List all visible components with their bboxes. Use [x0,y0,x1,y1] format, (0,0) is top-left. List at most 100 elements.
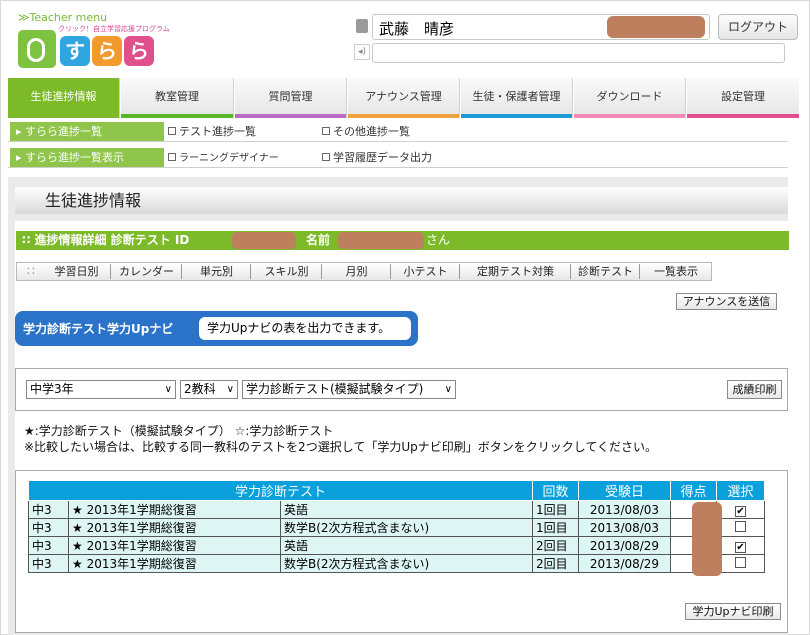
upnavi-banner-title: 学力診断テスト学力Upナビ [23,322,174,336]
page-title: 生徒進捗情報 [15,187,788,214]
cell-grade: 中3 [28,554,69,573]
subjects-select[interactable]: 2教科 ∨ [180,380,238,399]
cell-grade: 中3 [28,536,69,555]
nav-announcements[interactable]: アナウンス管理 [348,78,460,118]
logo-char-3: ら [124,36,154,66]
col-count: 回数 [532,480,579,501]
chevron-down-icon: ∨ [226,384,234,395]
link-icon [322,153,330,161]
cell-test: ★ 2013年1学期総復習 [68,536,281,555]
tab-quiz[interactable]: 小テスト [392,264,460,279]
cell-count: 1回目 [532,500,579,519]
logo-subtitle: クリック！自立学習応援プログラム [58,25,170,33]
cell-count: 1回目 [532,518,579,537]
san-suffix: さん [426,233,451,247]
grid-icon: ∷ [22,233,35,247]
link-icon [322,127,330,135]
redacted-user-info [607,16,705,38]
cell-subject: 英語 [280,500,533,519]
table-row: 中3 ★ 2013年1学期総復習 数学B(2次方程式含まない) 1回目 2013… [28,518,765,537]
legend-note: ★:学力診断テスト（模擬試験タイプ） ☆:学力診断テスト [24,424,334,438]
redacted-id [232,232,296,249]
tab-calendar[interactable]: カレンダー [112,264,182,279]
table-row: 中3 ★ 2013年1学期総復習 数学B(2次方程式含まない) 2回目 2013… [28,554,765,573]
subnav-row-2: ▸ すらら進捗一覧表示 ラーニングデザイナー 学習履歴データ出力 [8,147,788,168]
cell-select [716,518,765,537]
nav-download[interactable]: ダウンロード [574,78,686,118]
cell-date: 2013/08/03 [578,500,671,519]
subnav-row-1: ▸ すらら進捗一覧 テスト進捗一覧 その他進捗一覧 [8,121,788,142]
results-table: 学力診断テスト 回数 受験日 得点 選択 中3 ★ 2013年1学期総復習 英語… [28,480,765,573]
tab-handle-icon: ∷ [27,264,35,278]
cell-subject: 英語 [280,536,533,555]
teacher-menu-label: ≫Teacher menu [18,11,108,24]
select-checkbox[interactable]: ✔ [735,541,746,553]
test-type-select[interactable]: 学力診断テスト(模擬試験タイプ) ∨ [242,380,456,399]
surara-logo[interactable]: クリック！自立学習応援プログラム す ら ら [18,24,170,70]
send-announcement-button[interactable]: アナウンスを送信 [676,293,777,310]
table-row: 中3 ★ 2013年1学期総復習 英語 1回目 2013/08/03 ✔ [28,500,765,519]
cell-date: 2013/08/03 [578,518,671,537]
link-icon [168,153,176,161]
select-checkbox[interactable] [735,556,746,568]
nav-questions[interactable]: 質問管理 [235,78,347,118]
upnavi-print-button[interactable]: 学力Upナビ印刷 [685,603,781,620]
cell-select: ✔ [716,536,765,555]
tab-regular-test[interactable]: 定期テスト対策 [461,264,571,279]
cell-date: 2013/08/29 [578,554,671,573]
cell-grade: 中3 [28,518,69,537]
grade-select[interactable]: 中学3年 ∨ [26,380,176,399]
speaker-icon: ◂) [354,44,370,60]
subnav-other-progress[interactable]: その他進捗一覧 [322,123,410,139]
upnavi-banner: 学力診断テスト学力Upナビ 学力Upナビの表を出力できます。 [15,311,418,346]
cell-subject: 数学B(2次方程式含まない) [280,554,533,573]
user-name: 武藤 晴彦 [379,20,455,38]
chevron-down-icon: ∨ [444,384,452,395]
nav-progress-info[interactable]: 生徒進捗情報 [8,78,120,118]
cell-subject: 数学B(2次方程式含まない) [280,518,533,537]
cell-test: ★ 2013年1学期総復習 [68,518,281,537]
cell-select: ✔ [716,500,765,519]
subnav-test-progress[interactable]: テスト進捗一覧 [168,123,256,139]
select-checkbox[interactable]: ✔ [735,505,746,517]
cell-count: 2回目 [532,554,579,573]
cell-test: ★ 2013年1学期総復習 [68,500,281,519]
logo-char-1: す [60,36,90,66]
col-test: 学力診断テスト [28,480,533,501]
subnav-surara-progress[interactable]: ▸ すらら進捗一覧 [10,122,164,141]
redacted-name [338,232,424,249]
nav-classroom[interactable]: 教室管理 [121,78,234,118]
select-checkbox[interactable] [735,520,746,532]
col-score: 得点 [670,480,717,501]
mouse-logo-icon [18,30,56,68]
tab-list-view[interactable]: 一覧表示 [641,264,711,279]
nav-students-parents[interactable]: 生徒・保護者管理 [461,78,573,118]
announcement-field [372,43,785,63]
tab-unit[interactable]: 単元別 [183,264,251,279]
tab-monthly[interactable]: 月別 [323,264,391,279]
tab-diagnostic-test[interactable]: 診断テスト [572,264,640,279]
cell-select [716,554,765,573]
user-name-field: 武藤 晴彦 [372,14,710,40]
progress-tabs: ∷ 学習日別 カレンダー 単元別 スキル別 月別 小テスト 定期テスト対策 診断… [16,262,712,281]
link-icon [168,127,176,135]
redacted-scores [692,502,722,576]
tab-skill[interactable]: スキル別 [252,264,322,279]
grade-print-button[interactable]: 成績印刷 [727,380,782,399]
chevron-down-icon: ∨ [164,384,172,395]
detail-bar: ∷ 進捗情報詳細 診断テスト ID 名前 さん [16,231,789,250]
col-date: 受験日 [578,480,671,501]
subnav-history-export[interactable]: 学習履歴データ出力 [322,149,432,165]
cell-date: 2013/08/29 [578,536,671,555]
cell-grade: 中3 [28,500,69,519]
user-icon [356,19,368,33]
nav-settings[interactable]: 設定管理 [687,78,799,118]
subnav-surara-progress-display[interactable]: ▸ すらら進捗一覧表示 [10,148,164,167]
tab-daily[interactable]: 学習日別 [43,264,111,279]
col-select: 選択 [716,480,765,501]
table-header-row: 学力診断テスト 回数 受験日 得点 選択 [28,480,765,501]
instruction-note: ※比較したい場合は、比較する同一教科のテストを2つ選択して「学力Upナビ印刷」ボ… [24,440,658,454]
logo-char-2: ら [92,36,122,66]
logout-button[interactable]: ログアウト [718,14,798,40]
subnav-learning-designer[interactable]: ラーニングデザイナー [168,149,279,164]
